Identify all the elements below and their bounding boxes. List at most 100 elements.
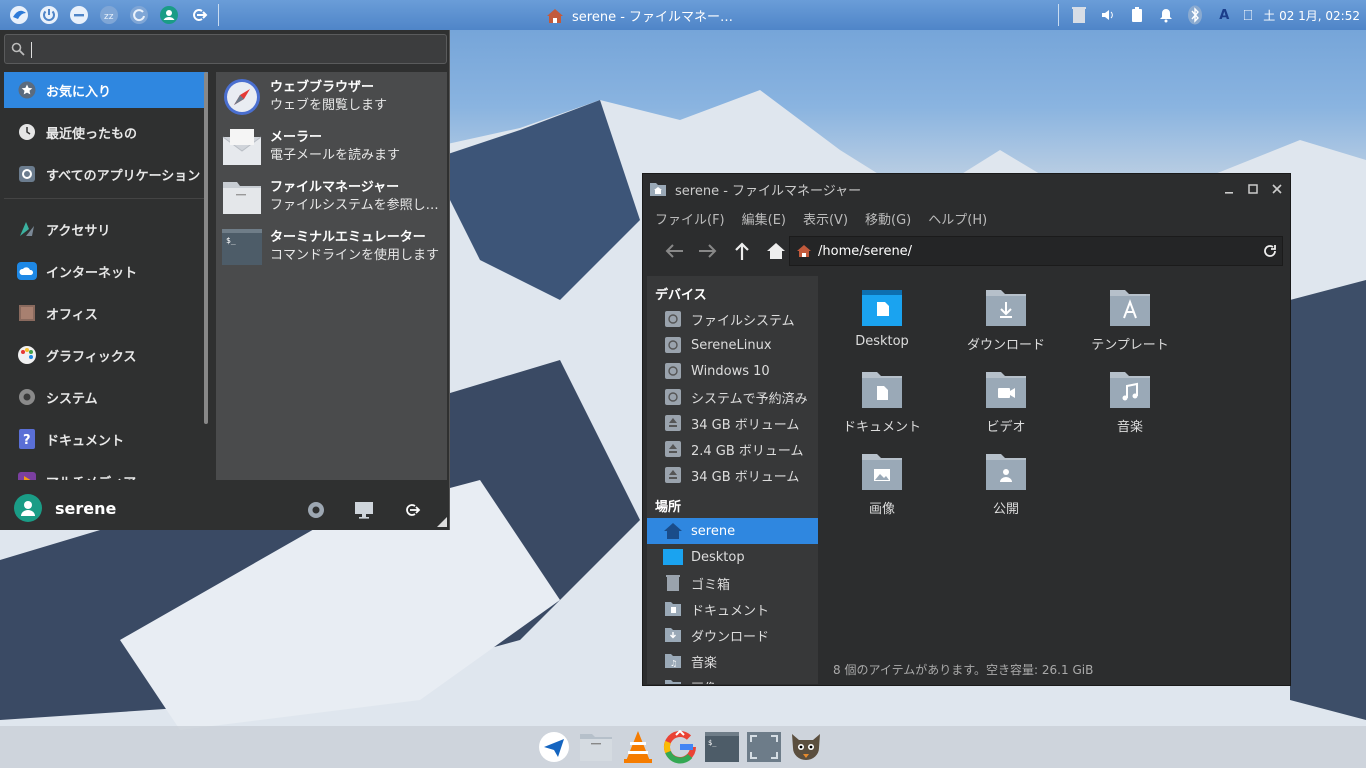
category-documents[interactable]: ? ドキュメント (4, 421, 208, 457)
sidebar-item-system-reserved[interactable]: システムで予約済み (647, 384, 818, 410)
notification-bell-icon[interactable] (1157, 6, 1175, 24)
settings-icon[interactable] (306, 500, 326, 520)
taskbar-window-file-manager[interactable]: serene - ファイルマネー… (546, 6, 733, 25)
restart-icon[interactable] (128, 4, 150, 26)
app-file-manager[interactable]: ファイルマネージャー ファイルシステムを参照し… (216, 172, 447, 222)
sidebar-item-label: システムで予約済み (691, 391, 808, 407)
file-item-videos[interactable]: ビデオ (951, 370, 1061, 435)
app-name: メーラー (270, 130, 323, 145)
panel-separator (218, 4, 219, 26)
category-system[interactable]: システム (4, 379, 208, 415)
sidebar-item-filesystem[interactable]: ファイルシステム (647, 306, 818, 332)
file-item-label: Desktop (855, 334, 909, 349)
gimp-icon[interactable] (788, 729, 824, 765)
star-icon (16, 79, 38, 101)
up-button[interactable] (725, 236, 759, 266)
sidebar-item-home[interactable]: serene (647, 518, 818, 544)
whisker-menu-icon[interactable] (8, 4, 30, 26)
sidebar-item-documents[interactable]: ドキュメント (647, 596, 818, 622)
user-switch-icon[interactable] (158, 4, 180, 26)
sidebar-item-trash[interactable]: ゴミ箱 (647, 570, 818, 596)
sidebar-item-pictures[interactable]: 画像 (647, 674, 818, 684)
logout-icon[interactable] (402, 500, 422, 520)
sidebar-item-downloads[interactable]: ダウンロード (647, 622, 818, 648)
keyboard-layout-indicator[interactable]: A (1215, 6, 1233, 24)
category-internet[interactable]: インターネット (4, 253, 208, 289)
arrow-up-icon (735, 242, 749, 260)
menu-view[interactable]: 表示(V) (803, 209, 848, 228)
templates-folder-icon (1110, 290, 1150, 326)
menu-edit[interactable]: 編集(E) (742, 209, 786, 228)
home-button[interactable] (759, 236, 793, 266)
sidebar-item-volume-2-4gb[interactable]: 2.4 GB ボリューム (647, 436, 818, 462)
sidebar-item-label: 画像 (691, 678, 717, 685)
terminal-icon[interactable]: $_ (704, 729, 740, 765)
svg-text:?: ? (23, 433, 31, 448)
lock-icon[interactable] (68, 4, 90, 26)
sidebar-item-volume-34gb-2[interactable]: 34 GB ボリューム (647, 462, 818, 488)
sidebar-item-music[interactable]: ♫ 音楽 (647, 648, 818, 674)
panel-clock[interactable]: 土 02 1月, 02:52 (1263, 7, 1360, 24)
bluetooth-icon[interactable] (1186, 5, 1204, 25)
category-list: お気に入り 最近使ったもの すべてのアプリケーション アクセサリ インターネット… (4, 72, 208, 480)
minimize-icon[interactable] (1221, 181, 1237, 197)
folder-home-icon (650, 183, 666, 196)
sidebar-item-desktop[interactable]: Desktop (647, 544, 818, 570)
close-icon[interactable] (1269, 181, 1285, 197)
category-office[interactable]: オフィス (4, 295, 208, 331)
file-item-downloads[interactable]: ダウンロード (951, 288, 1061, 353)
vlc-icon[interactable] (620, 729, 656, 765)
category-graphics[interactable]: グラフィックス (4, 337, 208, 373)
suspend-icon[interactable]: zz (98, 4, 120, 26)
calendar-icon (1244, 6, 1253, 24)
trash-icon (663, 573, 683, 593)
app-mail[interactable]: メーラー 電子メールを読みます (216, 122, 447, 172)
location-bar[interactable]: /home/serene/ (789, 236, 1283, 266)
category-recent[interactable]: 最近使ったもの (4, 114, 208, 150)
sidebar-header-devices: デバイス (655, 288, 707, 303)
category-accessories[interactable]: アクセサリ (4, 211, 208, 247)
reload-icon[interactable] (1262, 243, 1278, 259)
menu-help[interactable]: ヘルプ(H) (928, 209, 987, 228)
file-item-public[interactable]: 公開 (951, 452, 1061, 517)
window-titlebar[interactable]: serene - ファイルマネージャー (643, 174, 1290, 204)
sidebar-item-label: 2.4 GB ボリューム (691, 443, 804, 459)
file-item-templates[interactable]: テンプレート (1075, 288, 1185, 353)
sidebar-item-volume-34gb[interactable]: 34 GB ボリューム (647, 410, 818, 436)
menu-go[interactable]: 移動(G) (865, 209, 911, 228)
menu-search-input[interactable] (4, 34, 447, 64)
keyboard-layout-label: A (1219, 7, 1230, 23)
category-all-applications[interactable]: すべてのアプリケーション (4, 156, 208, 192)
file-item-pictures[interactable]: 画像 (827, 452, 937, 517)
category-scrollbar[interactable] (204, 72, 208, 424)
trash-icon[interactable] (1070, 6, 1088, 24)
files-icon[interactable] (578, 729, 614, 765)
app-web-browser[interactable]: ウェブブラウザー ウェブを閲覧します (216, 72, 447, 122)
sidebar-item-windows10[interactable]: Windows 10 (647, 358, 818, 384)
file-item-desktop[interactable]: Desktop (827, 288, 937, 349)
send-icon[interactable] (536, 729, 572, 765)
screenshot-icon[interactable] (746, 729, 782, 765)
power-icon[interactable] (38, 4, 60, 26)
file-item-music[interactable]: 音楽 (1075, 370, 1185, 435)
back-button[interactable] (657, 236, 691, 266)
menu-footer: serene (0, 486, 450, 530)
volume-icon[interactable] (1099, 6, 1117, 24)
downloads-folder-icon (986, 290, 1026, 326)
sidebar-item-serenelinux[interactable]: SereneLinux (647, 332, 818, 358)
category-favorites[interactable]: お気に入り (4, 72, 208, 108)
maximize-icon[interactable] (1245, 181, 1261, 197)
google-icon[interactable] (662, 729, 698, 765)
resize-grip-icon[interactable] (437, 516, 447, 531)
pictures-folder-icon (663, 677, 683, 684)
svg-text:$_: $_ (226, 236, 236, 245)
logout-icon[interactable] (188, 4, 210, 26)
category-label: アクセサリ (46, 223, 111, 239)
file-item-documents[interactable]: ドキュメント (827, 370, 937, 435)
forward-button[interactable] (691, 236, 725, 266)
app-terminal[interactable]: $_ ターミナルエミュレーター コマンドラインを使用します (216, 222, 447, 272)
lock-screen-icon[interactable] (354, 500, 374, 520)
menu-file[interactable]: ファイル(F) (655, 209, 725, 228)
battery-icon[interactable] (1128, 6, 1146, 24)
category-multimedia[interactable]: マルチメディア (4, 463, 208, 480)
